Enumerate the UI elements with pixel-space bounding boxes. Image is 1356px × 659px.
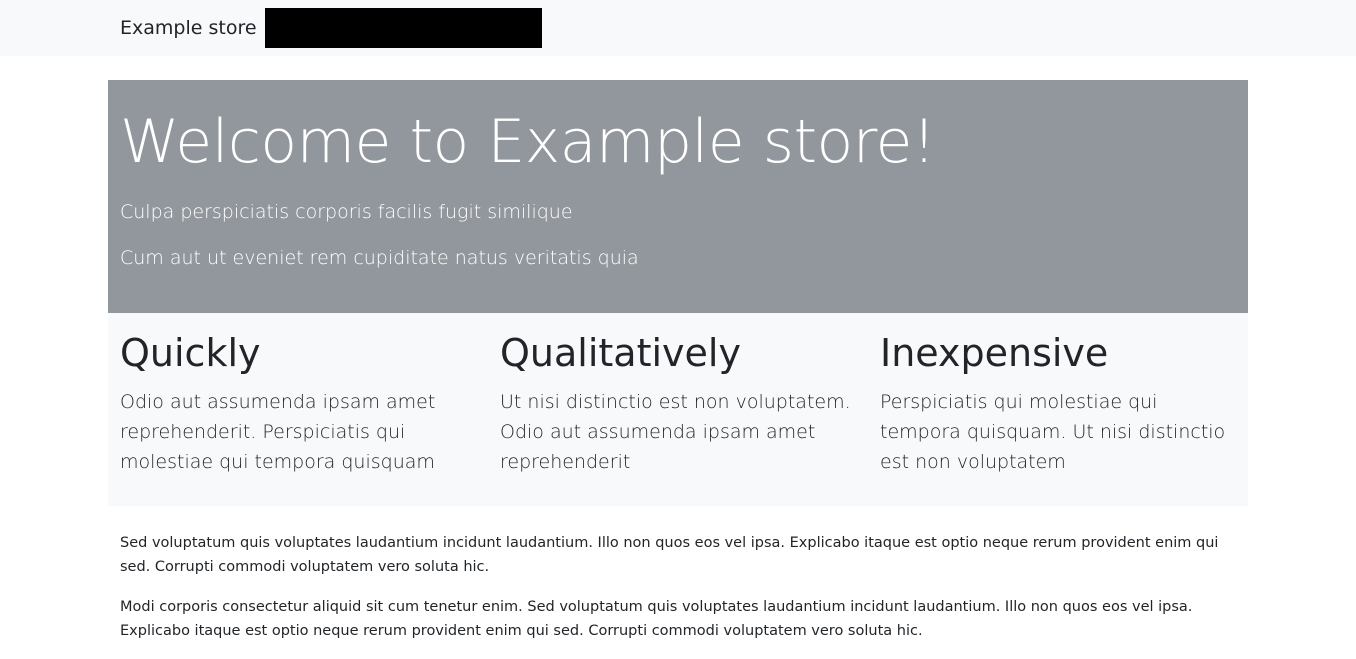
feature-qualitatively: Qualitatively Ut nisi distinctio est non… <box>500 329 860 477</box>
feature-text: Odio aut assumenda ipsam amet reprehende… <box>120 391 436 473</box>
feature-inexpensive: Inexpensive Perspiciatis qui molestiae q… <box>880 329 1240 477</box>
brand-link[interactable]: Example store <box>120 15 257 41</box>
hero-subtitle-1: Culpa perspiciatis corporis facilis fugi… <box>120 201 573 223</box>
navbar: Example store <box>0 0 1356 56</box>
hero-subtitle-2: Cum aut ut eveniet rem cupiditate natus … <box>120 247 639 269</box>
body-paragraph-2: Modi corporis consectetur aliquid sit cu… <box>120 599 1193 639</box>
feature-title: Qualitatively <box>500 331 741 375</box>
feature-quickly: Quickly Odio aut assumenda ipsam amet re… <box>120 329 480 477</box>
redacted-nav-block <box>265 8 542 48</box>
feature-text: Perspiciatis qui molestiae qui tempora q… <box>880 391 1226 473</box>
hero-jumbotron: Welcome to Example store! Culpa perspici… <box>108 80 1248 313</box>
feature-text: Ut nisi distinctio est non voluptatem. O… <box>500 391 851 473</box>
body-paragraph-1: Sed voluptatum quis voluptates laudantiu… <box>120 535 1219 575</box>
feature-title: Inexpensive <box>880 331 1109 375</box>
hero-title: Welcome to Example store! <box>120 107 936 177</box>
feature-title: Quickly <box>120 331 261 375</box>
features-section: Quickly Odio aut assumenda ipsam amet re… <box>108 313 1248 506</box>
